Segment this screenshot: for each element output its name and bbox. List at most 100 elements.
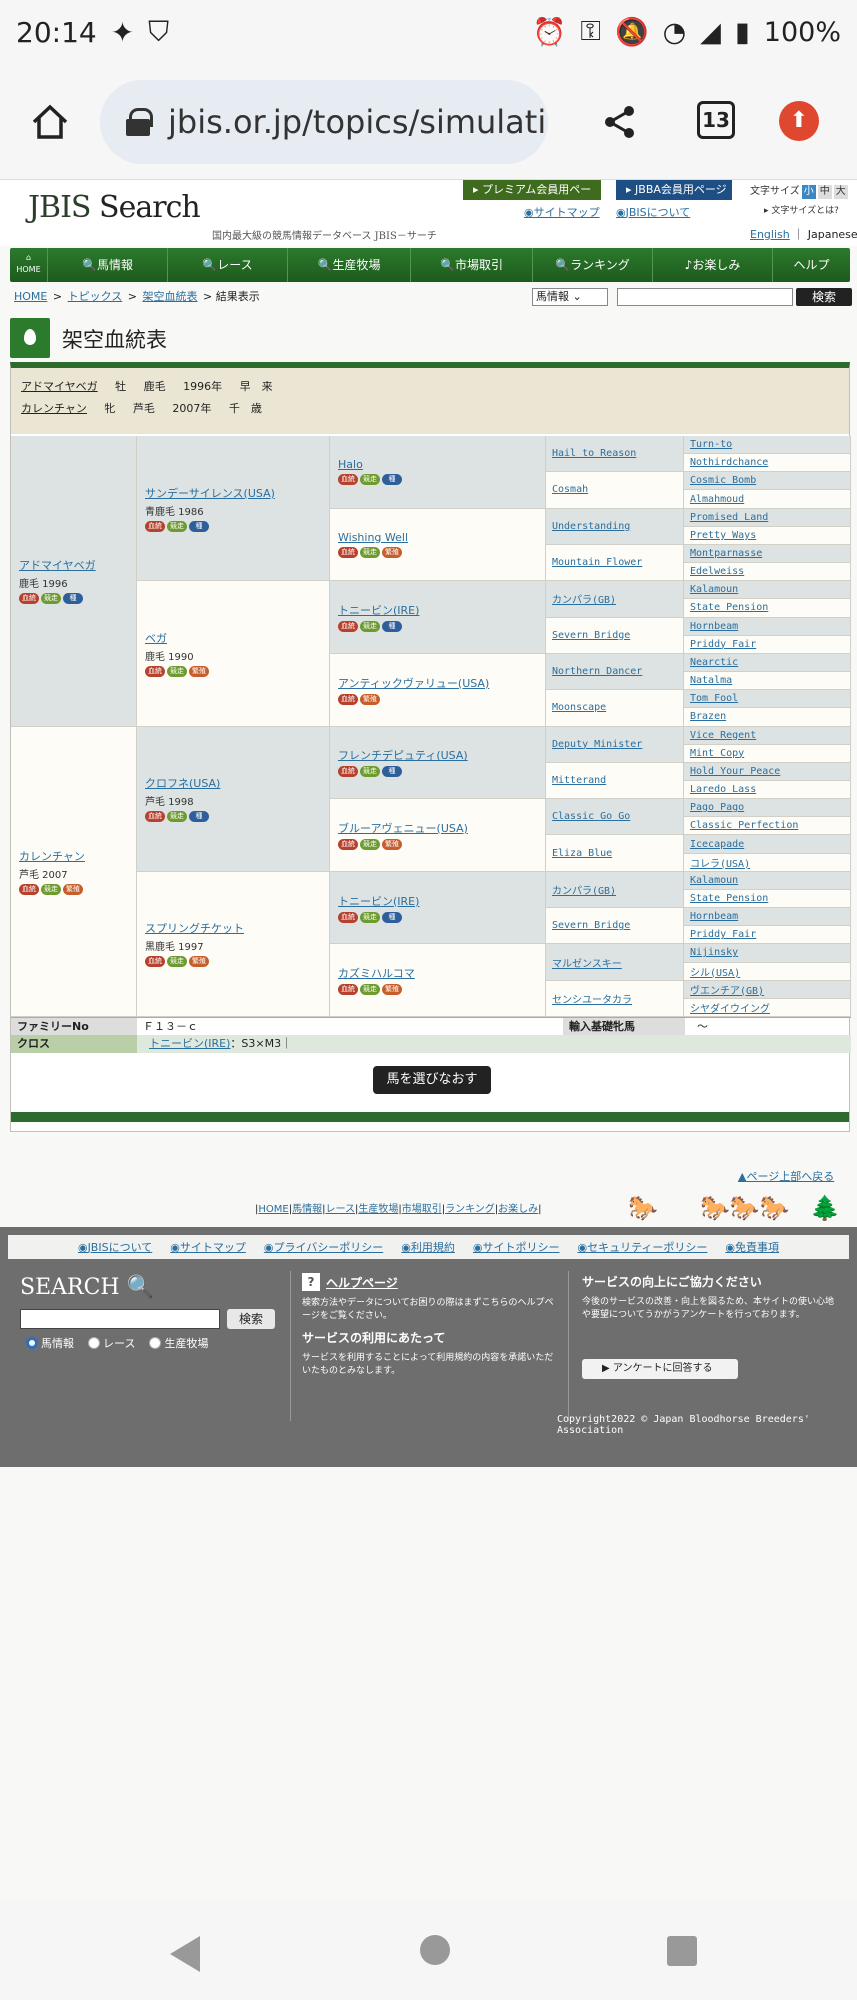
gen5-horse-link[interactable]: Nijinsky	[690, 947, 738, 958]
gen3-badge-blood[interactable]: 血統	[338, 474, 358, 486]
gen5-horse-link[interactable]: Almahmoud	[690, 494, 744, 505]
gen1-badge-race[interactable]: 競走	[41, 593, 61, 605]
tab-switcher-button[interactable]: 13	[697, 101, 735, 139]
fnav-horse[interactable]: 馬情報	[292, 1204, 322, 1215]
fnav-fun[interactable]: お楽しみ	[498, 1204, 538, 1215]
footer-search-input[interactable]	[20, 1309, 220, 1329]
fnav-ranking[interactable]: ランキング	[445, 1204, 495, 1215]
gen4-horse-link[interactable]: Mountain Flower	[552, 557, 642, 568]
gen5-horse-link[interactable]: Kalamoun	[690, 875, 738, 886]
gen5-horse-link[interactable]: シヤダイウイング	[690, 1000, 770, 1015]
gen3-badge-breed[interactable]: 種	[382, 474, 402, 486]
flink-disclaimer[interactable]: ◉免責事項	[725, 1239, 779, 1255]
font-size-help[interactable]: ▸ 文字サイズとは?	[750, 203, 848, 216]
back-to-top-link[interactable]: ▲ページ上部へ戻る	[738, 1168, 834, 1184]
gen2-badge-blood[interactable]: 血統	[145, 811, 165, 823]
share-icon[interactable]	[602, 104, 638, 140]
gen5-horse-link[interactable]: Priddy Fair	[690, 929, 756, 940]
nav-fun[interactable]: ♪お楽しみ	[653, 248, 773, 282]
flink-privacy[interactable]: ◉プライバシーポリシー	[264, 1239, 383, 1255]
footer-search-button[interactable]: 検索	[227, 1309, 275, 1329]
cross-horse-link[interactable]: トニービン(IRE)	[149, 1037, 230, 1050]
gen3-badge-blood[interactable]: 血統	[338, 838, 358, 850]
gen3-badge-race[interactable]: 競走	[360, 838, 380, 850]
gen5-horse-link[interactable]: Priddy Fair	[690, 639, 756, 650]
gen4-horse-link[interactable]: Understanding	[552, 521, 630, 532]
update-icon[interactable]: ⬆	[779, 101, 819, 141]
gen5-horse-link[interactable]: Hold Your Peace	[690, 766, 780, 777]
gen4-horse-link[interactable]: Severn Bridge	[552, 920, 630, 931]
gen3-badge-prod[interactable]: 繁殖	[360, 693, 380, 705]
flink-about[interactable]: ◉JBISについて	[78, 1239, 152, 1255]
gen5-horse-link[interactable]: Icecapade	[690, 839, 744, 850]
fnav-race[interactable]: レース	[325, 1204, 355, 1215]
fnav-home[interactable]: HOME	[258, 1204, 288, 1215]
gen1-badge-race[interactable]: 競走	[41, 883, 61, 895]
nav-farm[interactable]: 🔍生産牧場	[288, 248, 411, 282]
font-size-large[interactable]: 大	[833, 185, 848, 199]
gen2-badge-prod[interactable]: 繁殖	[189, 665, 209, 677]
flink-sitemap[interactable]: ◉サイトマップ	[170, 1239, 246, 1255]
gen3-badge-race[interactable]: 競走	[360, 911, 380, 923]
gen5-horse-link[interactable]: Pago Pago	[690, 802, 744, 813]
gen5-horse-link[interactable]: Natalma	[690, 675, 732, 686]
gen4-horse-link[interactable]: マルゼンスキー	[552, 955, 622, 970]
gen5-horse-link[interactable]: Edelweiss	[690, 566, 744, 577]
nav-help[interactable]: ヘルプ	[773, 248, 850, 282]
url-field[interactable]: jbis.or.jp/topics/simulati	[100, 80, 548, 164]
flink-security[interactable]: ◉セキュリティーポリシー	[577, 1239, 707, 1255]
radio-horse[interactable]: 馬情報	[26, 1335, 74, 1351]
gen1-horse-link[interactable]: アドマイヤベガ	[19, 557, 128, 573]
jbis-logo[interactable]: JBIS Search	[28, 190, 201, 225]
gen3-badge-blood[interactable]: 血統	[338, 546, 358, 558]
gen4-horse-link[interactable]: Moonscape	[552, 702, 606, 713]
gen3-badge-race[interactable]: 競走	[360, 984, 380, 996]
gen4-horse-link[interactable]: Classic Go Go	[552, 811, 630, 822]
premium-member-link[interactable]: ▸ プレミアム会員用ページ	[463, 180, 601, 216]
gen2-badge-breed[interactable]: 種	[189, 520, 209, 532]
gen5-horse-link[interactable]: Cosmic Bomb	[690, 475, 756, 486]
gen1-badge-breed[interactable]: 種	[63, 593, 83, 605]
gen5-horse-link[interactable]: Classic Perfection	[690, 820, 798, 831]
gen3-badge-prod[interactable]: 繁殖	[382, 838, 402, 850]
recents-icon[interactable]	[667, 1936, 697, 1966]
gen5-horse-link[interactable]: Nothirdchance	[690, 457, 768, 468]
gen1-badge-blood[interactable]: 血統	[19, 883, 39, 895]
gen2-horse-link[interactable]: サンデーサイレンス(USA)	[145, 485, 321, 501]
gen2-badge-race[interactable]: 競走	[167, 956, 187, 968]
gen2-badge-race[interactable]: 競走	[167, 520, 187, 532]
fnav-market[interactable]: 市場取引	[402, 1204, 442, 1215]
crumb-topics[interactable]: トピックス	[68, 290, 123, 303]
gen3-horse-link[interactable]: ブルーアヴェニュー(USA)	[338, 820, 537, 836]
radio-farm[interactable]: 生産牧場	[149, 1335, 208, 1351]
gen3-horse-link[interactable]: Halo	[338, 458, 537, 471]
gen5-horse-link[interactable]: Tom Fool	[690, 693, 738, 704]
gen3-badge-prod[interactable]: 繁殖	[382, 546, 402, 558]
gen5-horse-link[interactable]: Brazen	[690, 711, 726, 722]
gen1-badge-blood[interactable]: 血統	[19, 593, 39, 605]
gen1-badge-prod[interactable]: 繁殖	[63, 883, 83, 895]
gen5-horse-link[interactable]: Pretty Ways	[690, 530, 756, 541]
gen4-horse-link[interactable]: カンパラ(GB)	[552, 882, 616, 897]
font-size-medium[interactable]: 中	[817, 185, 832, 199]
gen2-badge-blood[interactable]: 血統	[145, 520, 165, 532]
gen4-horse-link[interactable]: Northern Dancer	[552, 666, 642, 677]
gen4-horse-link[interactable]: Severn Bridge	[552, 630, 630, 641]
gen3-horse-link[interactable]: カズミハルコマ	[338, 965, 537, 981]
gen5-horse-link[interactable]: Hornbeam	[690, 621, 738, 632]
nav-horse[interactable]: 🔍馬情報	[48, 248, 168, 282]
sitemap-link[interactable]: ◉サイトマップ	[524, 204, 600, 220]
gen3-badge-breed[interactable]: 種	[382, 621, 402, 633]
nav-home[interactable]: ⌂ HOME	[10, 248, 48, 282]
gen4-horse-link[interactable]: Cosmah	[552, 484, 588, 495]
gen5-horse-link[interactable]: Mint Copy	[690, 748, 744, 759]
jbba-member-link[interactable]: ▸ JBBA会員用ページ	[616, 180, 732, 200]
gen4-horse-link[interactable]: カンパラ(GB)	[552, 591, 616, 606]
gen3-badge-race[interactable]: 競走	[360, 474, 380, 486]
gen4-horse-link[interactable]: Eliza Blue	[552, 848, 612, 859]
crumb-pedigree[interactable]: 架空血統表	[142, 290, 197, 303]
about-link[interactable]: ◉JBISについて	[616, 204, 690, 220]
gen3-badge-breed[interactable]: 種	[382, 911, 402, 923]
nav-market[interactable]: 🔍市場取引	[411, 248, 533, 282]
gen2-horse-link[interactable]: クロフネ(USA)	[145, 775, 321, 791]
